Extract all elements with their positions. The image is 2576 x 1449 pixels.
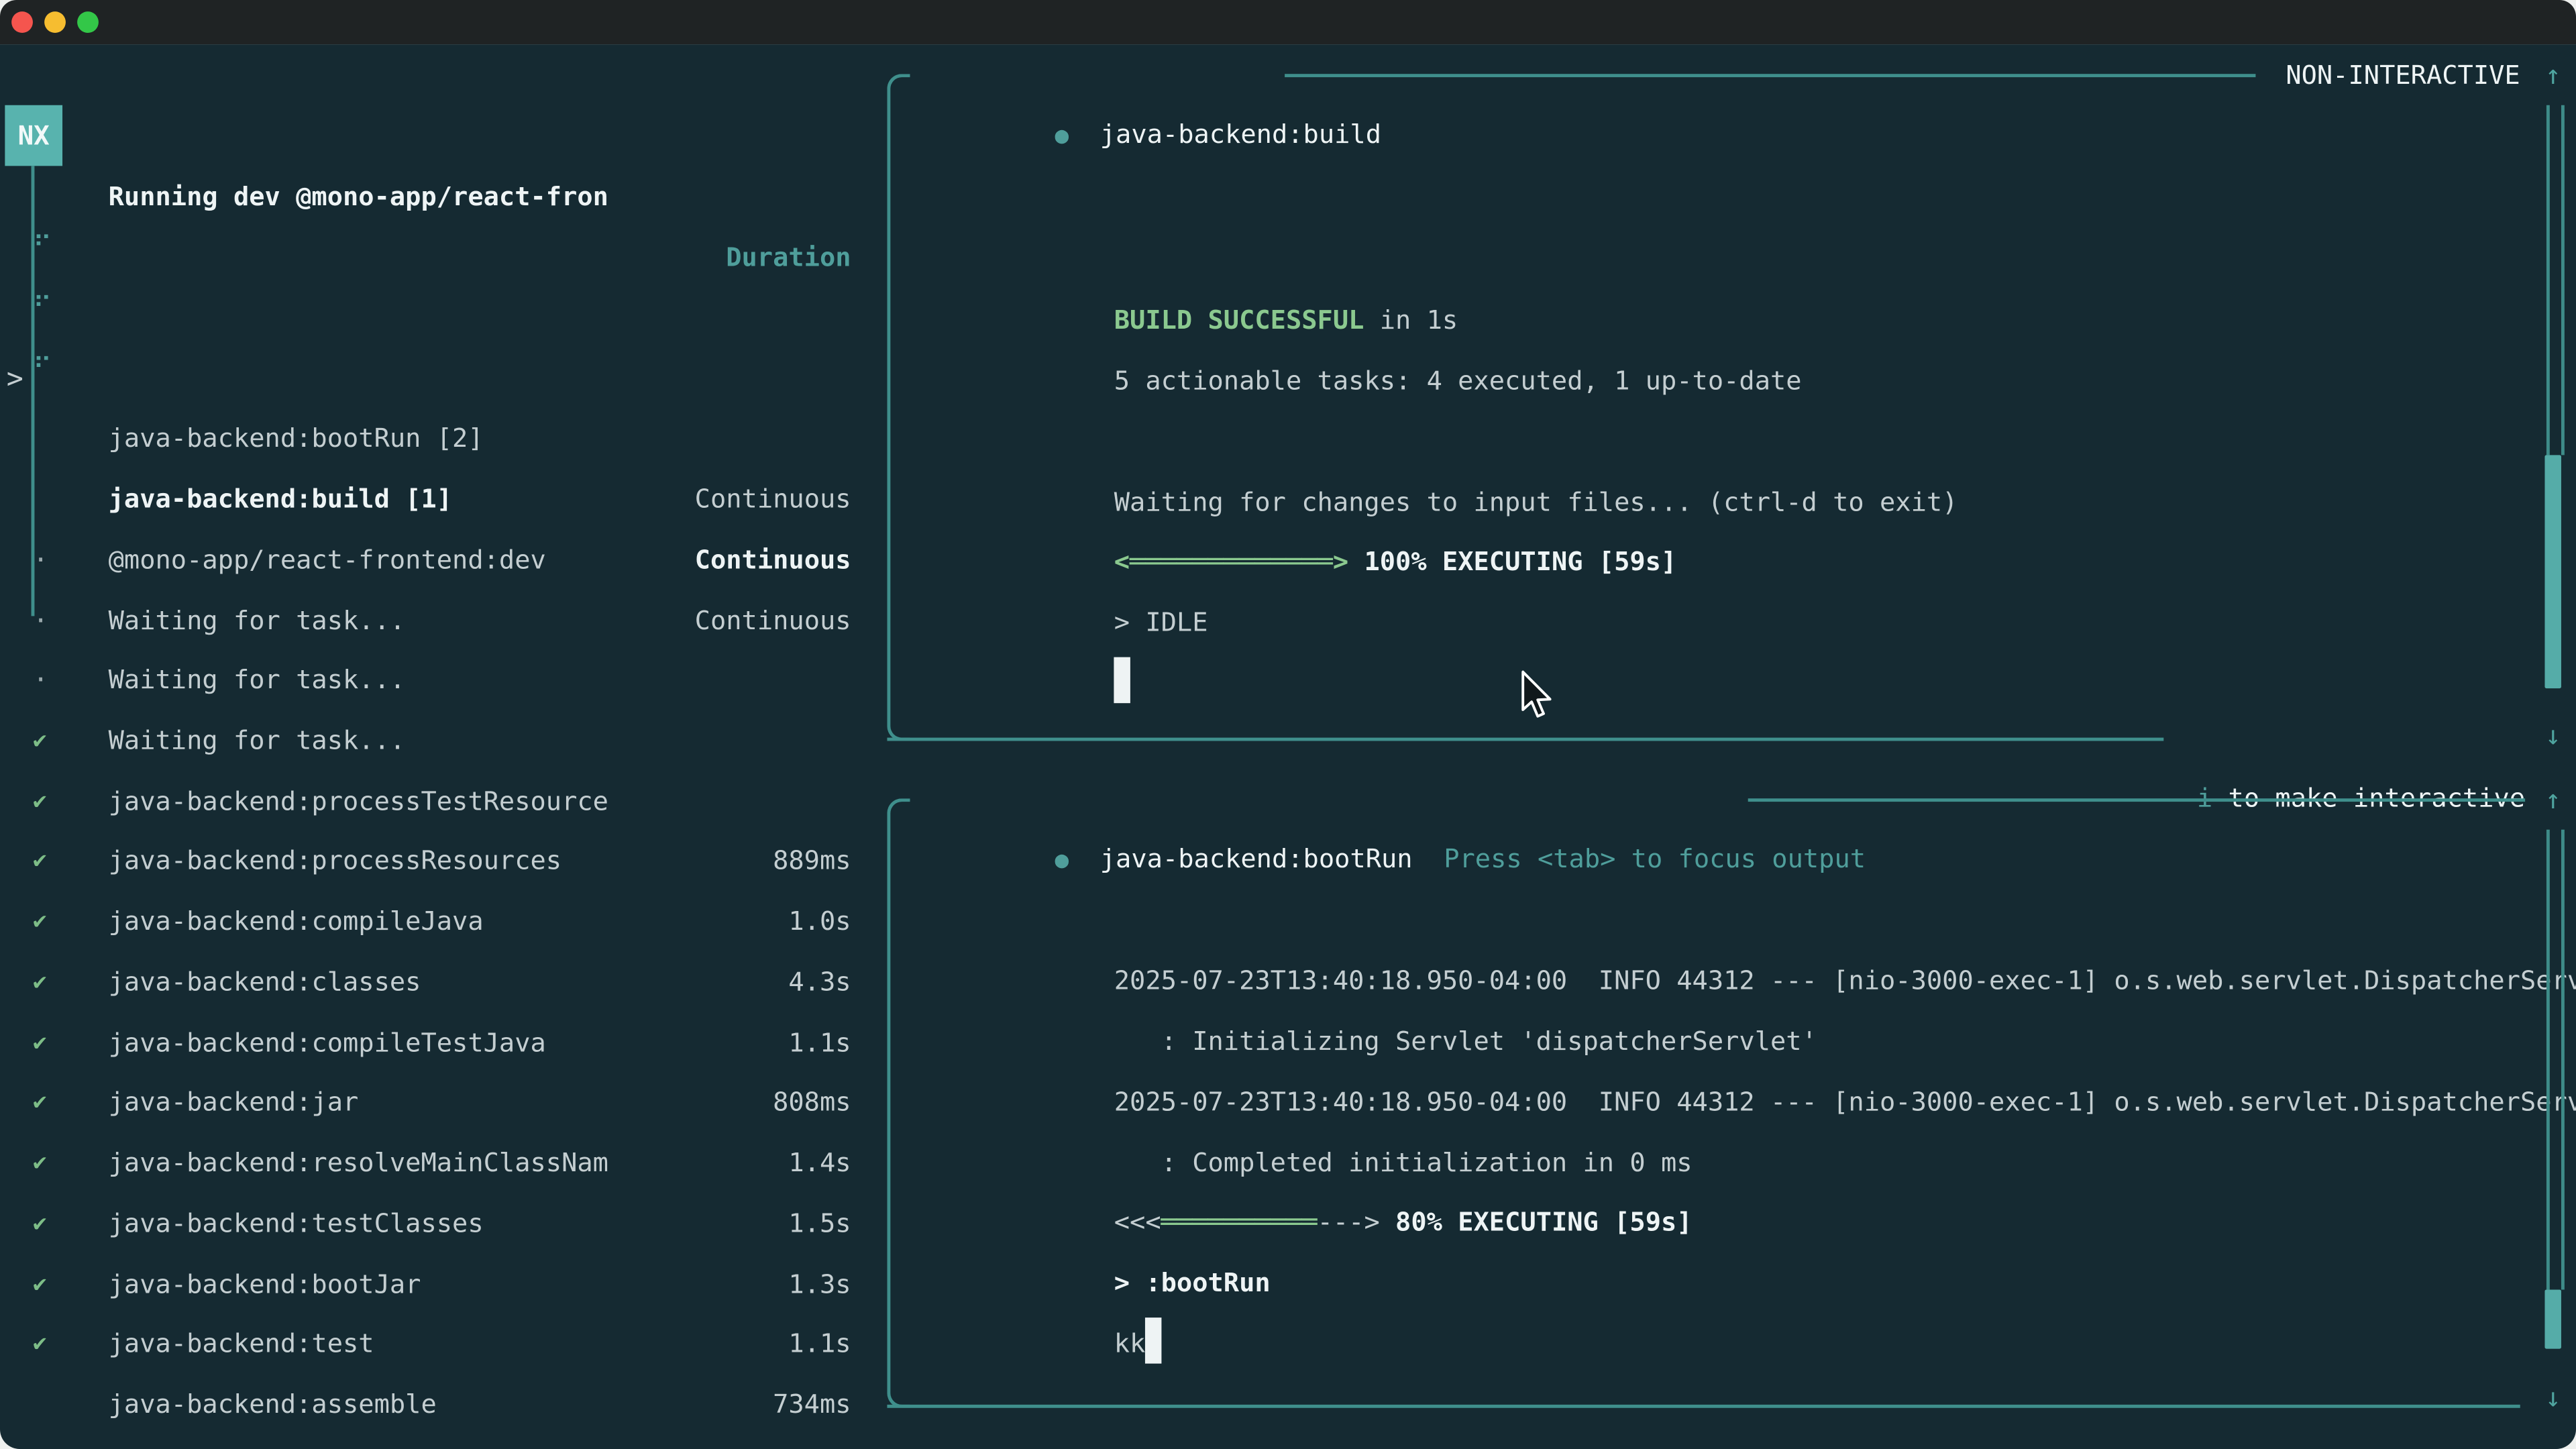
- terminal-line: 5 actionable tasks: 4 executed, 1 up-to-…: [926, 291, 1801, 352]
- terminal-line: [926, 352, 1114, 412]
- terminal-line: > :bootRun: [926, 1193, 1270, 1254]
- task-row[interactable]: ✔ java-backend:assemble 774ms: [0, 1254, 887, 1315]
- task-row[interactable]: > ⠋ java-backend:build [1] Continuous: [0, 289, 887, 350]
- bootrun-pane-header: ● java-backend:bootRun Press <tab> to fo…: [930, 770, 1866, 830]
- terminal-line: BUILD SUCCESSFUL in 1s: [926, 231, 1458, 291]
- task-duration: Continuous: [695, 591, 851, 651]
- task-status-icon: ⠋: [33, 277, 52, 337]
- terminal-line: [926, 593, 1130, 653]
- mouse-cursor-icon: [1518, 670, 1554, 719]
- build-scrollbar-thumb[interactable]: [2544, 455, 2561, 688]
- task-row[interactable]: ⠋ java-backend:bootRun [2] Continuous: [0, 229, 887, 289]
- build-pane-badge: NON-INTERACTIVE: [2286, 46, 2520, 106]
- minimize-button[interactable]: [44, 11, 66, 33]
- text-segment: 5 actionable tasks: 4 executed, 1 up-to-…: [1114, 365, 1802, 396]
- task-row[interactable]: ✔ java-backend:compileJava 4.3s: [0, 771, 887, 832]
- terminal-body: NX Running dev @mono-app/react-fron Dura…: [0, 44, 2576, 1449]
- build-pane-border: [887, 74, 910, 741]
- sidebar-footer: ← 1/2 → quit: q help: ?: [0, 1375, 887, 1435]
- check-icon: ✔: [33, 1315, 47, 1375]
- build-pane-title: java-backend:build: [1100, 119, 1381, 150]
- window-titlebar[interactable]: [0, 0, 2576, 44]
- task-row[interactable]: ✔ java-backend:processTestResource 889ms: [0, 651, 887, 711]
- terminal-line: <<<══════════---> 80% EXECUTING [59s]: [926, 1133, 1692, 1193]
- text-segment: kk: [1114, 1327, 1146, 1358]
- text-segment: 80% EXECUTING [59s]: [1380, 1206, 1693, 1238]
- task-row[interactable]: ✔ java-backend:compileTestJava 808ms: [0, 892, 887, 953]
- pane-bullet-icon: ●: [1055, 124, 1069, 150]
- text-segment: 100% EXECUTING [59s]: [1348, 546, 1676, 578]
- sidebar-title: Running dev @mono-app/react-fron: [109, 168, 608, 229]
- pane-bullet-icon: ●: [1055, 849, 1069, 875]
- task-status-icon: ⠋: [33, 337, 52, 398]
- interactive-hint: i to make interactive: [2072, 709, 2525, 769]
- scroll-down-icon[interactable]: ↓: [2535, 1368, 2571, 1428]
- scroll-down-icon[interactable]: ↓: [2535, 706, 2571, 766]
- task-duration: 774ms: [773, 1436, 851, 1449]
- terminal-line: > IDLE: [926, 533, 1208, 593]
- text-cursor: [1114, 657, 1130, 703]
- task-row[interactable]: · Waiting for task...: [0, 410, 887, 470]
- terminal-line: : Completed initialization in 0 ms: [926, 1073, 1692, 1133]
- text-segment: --->: [1318, 1206, 1380, 1238]
- task-row[interactable]: ✔ java-backend:jar 1.4s: [0, 953, 887, 1013]
- task-row[interactable]: ✔ java-backend:test 734ms: [0, 1194, 887, 1254]
- bootrun-scrollbar-thumb[interactable]: [2544, 1289, 2561, 1348]
- zoom-button[interactable]: [77, 11, 99, 33]
- focus-output-hint: Press <tab> to focus output: [1444, 843, 1866, 875]
- build-pane-header: ● java-backend:build: [930, 46, 1381, 106]
- scroll-up-icon[interactable]: ↑: [2535, 46, 2571, 106]
- task-status-icon: ⠋: [33, 217, 52, 277]
- terminal-line: 2025-07-23T13:40:18.950-04:00 INFO 44312…: [926, 892, 2576, 952]
- bootrun-pane-border: [887, 798, 910, 1408]
- build-scrollbar-track[interactable]: [2546, 105, 2565, 455]
- task-row[interactable]: ✔ java-backend:processResources 1.0s: [0, 711, 887, 771]
- app-window: NX Running dev @mono-app/react-fron Dura…: [0, 0, 2576, 1449]
- task-row[interactable]: ✔ java-backend:resolveMainClassNam 1.5s: [0, 1013, 887, 1073]
- task-row[interactable]: ⠋ @mono-app/react-frontend:dev Continuou…: [0, 350, 887, 410]
- terminal-line: 2025-07-23T13:40:18.950-04:00 INFO 44312…: [926, 1012, 2576, 1073]
- task-row[interactable]: ✔ java-backend:bootJar 1.1s: [0, 1134, 887, 1194]
- scroll-up-icon[interactable]: ↑: [2535, 770, 2571, 830]
- bootrun-scrollbar-track[interactable]: [2546, 830, 2565, 1290]
- bootrun-pane-footer-line: [887, 1405, 2520, 1408]
- terminal-line: : Initializing Servlet 'dispatcherServle…: [926, 952, 1817, 1012]
- terminal-line: kk: [926, 1254, 1162, 1314]
- task-duration: 1.1s: [788, 1315, 851, 1375]
- build-pane-footer-line: [887, 738, 2163, 741]
- text-cursor: [1145, 1318, 1161, 1364]
- bootrun-pane-title: java-backend:bootRun: [1100, 843, 1413, 875]
- terminal-line: <═════════════> 100% EXECUTING [59s]: [926, 472, 1676, 533]
- task-row[interactable]: ✔ java-backend:testClasses 1.3s: [0, 1073, 887, 1134]
- terminal-line: Waiting for changes to input files... (c…: [926, 412, 1957, 472]
- build-pane-header-line: [1285, 74, 2255, 77]
- task-row[interactable]: ✔ java-backend:classes 1.1s: [0, 832, 887, 892]
- task-row[interactable]: · Waiting for task...: [0, 470, 887, 531]
- close-button[interactable]: [11, 11, 33, 33]
- sidebar-header: Running dev @mono-app/react-fron Duratio…: [0, 108, 887, 168]
- task-row[interactable]: · Waiting for task...: [0, 531, 887, 591]
